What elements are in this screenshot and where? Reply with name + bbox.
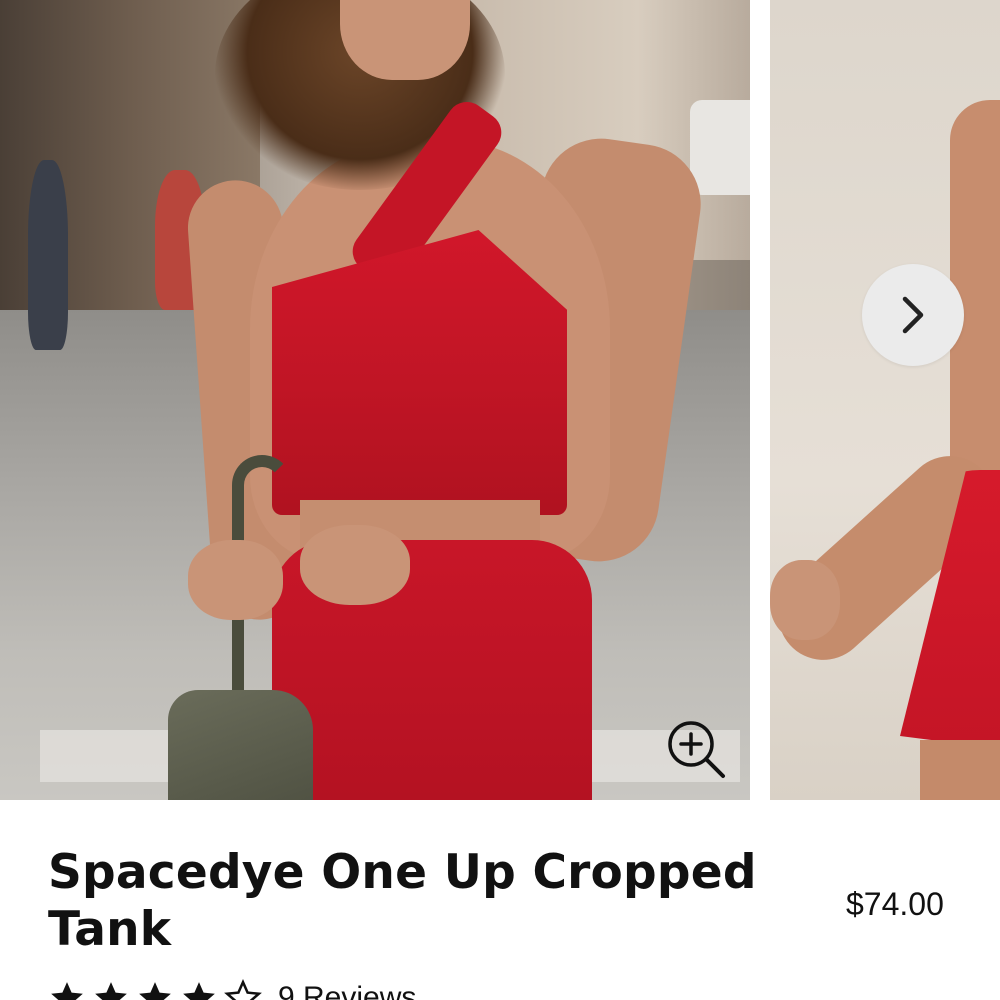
product-image-secondary[interactable]: [770, 0, 1000, 800]
star-filled-icon: [139, 982, 171, 1000]
zoom-button[interactable]: [665, 718, 727, 780]
product-title: Spacedye One Up Cropped Tank: [48, 845, 757, 957]
model-hand: [300, 525, 410, 605]
model-legs: [920, 740, 1000, 800]
product-image-main[interactable]: [0, 0, 750, 800]
zoom-in-icon: [668, 721, 725, 778]
chevron-right-icon: [902, 296, 924, 334]
star-empty-icon: [224, 979, 262, 1000]
star-filled-icon: [95, 982, 127, 1000]
handbag: [168, 690, 313, 800]
star-filled-icon: [51, 982, 83, 1000]
image-gallery[interactable]: [0, 0, 1000, 800]
product-page: Spacedye One Up Cropped Tank $74.00 9 Re…: [0, 0, 1000, 1000]
rating-row[interactable]: 9 Reviews: [48, 978, 416, 1000]
bg-pedestrian: [28, 160, 68, 350]
product-info: Spacedye One Up Cropped Tank $74.00 9 Re…: [0, 800, 1000, 1000]
reviews-link[interactable]: 9 Reviews: [278, 981, 416, 1000]
model-hand: [188, 540, 283, 620]
star-filled-icon: [183, 982, 215, 1000]
model-hand: [770, 560, 840, 640]
bg-car: [690, 100, 750, 195]
next-image-button[interactable]: [862, 264, 964, 366]
product-price: $74.00: [846, 886, 944, 922]
